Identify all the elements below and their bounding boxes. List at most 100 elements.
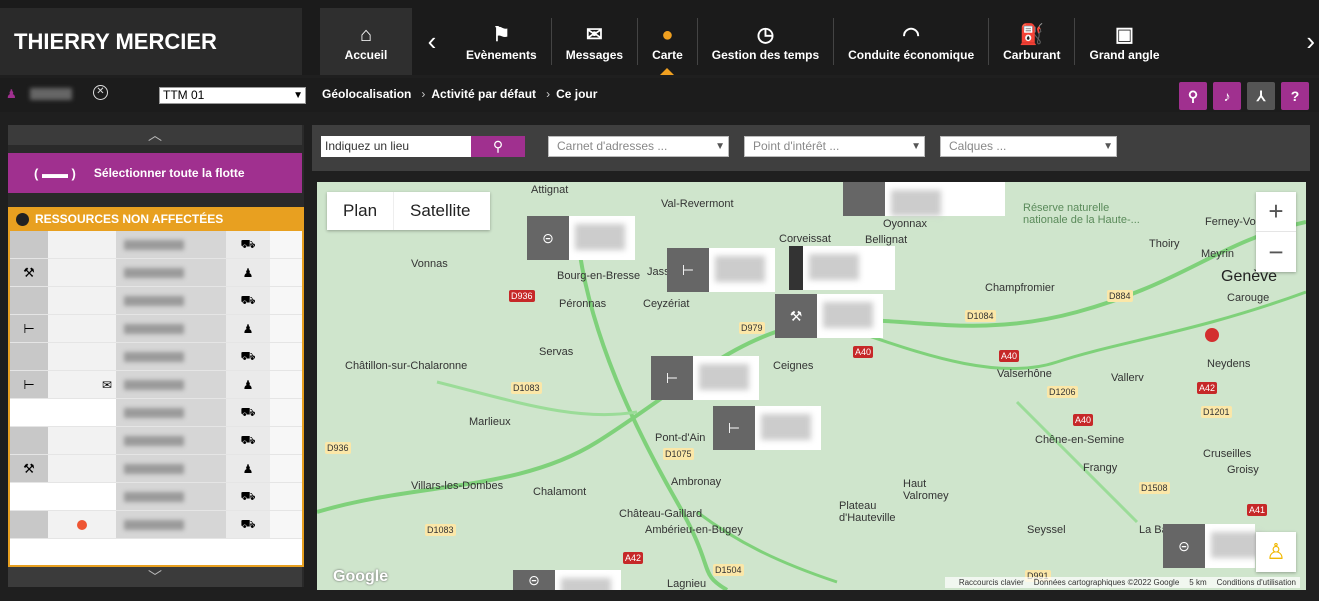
group-header[interactable]: RESSOURCES NON AFFECTÉES xyxy=(10,207,302,231)
vehicle-marker[interactable] xyxy=(789,246,895,290)
nav-prev-arrow[interactable]: ‹ xyxy=(412,8,452,75)
blurred-user-name xyxy=(30,88,72,100)
vehicle-marker[interactable]: ⊝ xyxy=(1163,524,1255,568)
road-label: D884 xyxy=(1107,290,1133,302)
table-row[interactable]: ⛟ xyxy=(10,231,302,259)
road-label: D936 xyxy=(325,442,351,454)
alerts-button[interactable]: ♪ xyxy=(1213,82,1241,110)
table-row[interactable]: ⛟ xyxy=(10,511,302,539)
place-label: Réserve naturelle nationale de la Haute-… xyxy=(1023,202,1140,226)
road-label: A40 xyxy=(999,350,1020,362)
vehicle-icon xyxy=(789,246,803,290)
nav-messages[interactable]: ✉ Messages xyxy=(552,8,637,75)
nav-eco-driving[interactable]: ◠ Conduite économique xyxy=(834,8,988,75)
place-input[interactable]: Indiquez un lieu xyxy=(321,136,471,157)
nav-time-management[interactable]: ◷ Gestion des temps xyxy=(698,8,833,75)
close-icon[interactable]: ✕ xyxy=(93,85,108,100)
chevron-down-icon: ▼ xyxy=(715,141,725,152)
road-label: D1206 xyxy=(1047,386,1078,398)
table-row[interactable]: ⛟ xyxy=(10,427,302,455)
vehicle-marker[interactable]: ⊢ xyxy=(651,356,759,400)
place-label: Marlieux xyxy=(469,416,511,428)
clock-icon: ◷ xyxy=(756,23,775,46)
mail-icon: ✉ xyxy=(586,23,603,46)
place-label: Haut Valromey xyxy=(903,478,949,502)
place-label: Neydens xyxy=(1207,358,1251,370)
place-label: Attignat xyxy=(531,184,569,196)
scroll-down-button[interactable]: ﹀ xyxy=(8,567,302,587)
map-data-credit: Données cartographiques ©2022 Google xyxy=(1033,578,1180,587)
nav-wide-angle[interactable]: ▣ Grand angle xyxy=(1075,8,1173,75)
place-label: Châtillon-sur-Chalaronne xyxy=(345,360,468,372)
bed-icon: ⊢ xyxy=(713,406,755,450)
table-row[interactable]: ⚒ ♟ xyxy=(10,259,302,287)
nav-fuel[interactable]: ⛽ Carburant xyxy=(989,8,1074,75)
table-row[interactable]: ⛟ xyxy=(10,483,302,511)
place-label: Val-Revermont xyxy=(661,198,734,210)
satellite-button[interactable]: Satellite xyxy=(393,192,486,230)
help-icon: ? xyxy=(1290,88,1300,104)
sub-bar: ♟ ✕ TTM 01 ▼ Géolocalisation › Activité pa… xyxy=(0,78,1319,112)
vehicle-select[interactable]: TTM 01 ▼ xyxy=(159,87,306,104)
nav-home[interactable]: ⌂ Accueil xyxy=(320,8,412,75)
vehicle-marker[interactable] xyxy=(843,182,1005,216)
layers-select[interactable]: Calques ... ▼ xyxy=(940,136,1117,157)
crumb-activity[interactable]: Activité par défaut xyxy=(431,87,536,101)
truck-icon: ⛟ xyxy=(226,511,270,538)
table-row[interactable]: ⛟ xyxy=(10,287,302,315)
place-search-button[interactable]: ⚲ xyxy=(471,136,525,157)
tools-icon: ⚒ xyxy=(10,455,48,482)
search-button[interactable]: ⚲ xyxy=(1179,82,1207,110)
truck-icon: ⛟ xyxy=(226,287,270,314)
nav-events[interactable]: ⚑ Evènements xyxy=(452,8,551,75)
truck-icon: ⛟ xyxy=(226,483,270,510)
zoom-in-button[interactable]: + xyxy=(1256,192,1296,232)
truck-icon: ⛟ xyxy=(226,231,270,258)
place-label: Ceignes xyxy=(773,360,814,372)
nav-map[interactable]: ● Carte xyxy=(638,8,697,75)
road-label: A40 xyxy=(1073,414,1094,426)
truck-icon: ⛟ xyxy=(226,427,270,454)
road-label: D1201 xyxy=(1201,406,1232,418)
help-button[interactable]: ? xyxy=(1281,82,1309,110)
place-label: Chalamont xyxy=(533,486,587,498)
pause-icon: ⊝ xyxy=(527,216,569,260)
table-row[interactable]: ⚒ ♟ xyxy=(10,455,302,483)
table-row[interactable]: ⊢ ♟ xyxy=(10,315,302,343)
table-row[interactable]: ⛟ xyxy=(10,343,302,371)
place-label: Bourg-en-Bresse xyxy=(557,270,641,282)
crumb-today[interactable]: Ce jour xyxy=(556,87,597,101)
zoom-out-button[interactable]: − xyxy=(1256,232,1296,272)
no-entry-icon xyxy=(1205,328,1219,342)
vehicle-marker[interactable]: ⊢ xyxy=(667,248,775,292)
table-row[interactable]: ⊢ ✉ ♟ xyxy=(10,371,302,399)
place-label: Champfromier xyxy=(985,282,1055,294)
road-label: D1083 xyxy=(425,524,456,536)
nav-next-arrow[interactable]: › xyxy=(1306,26,1315,57)
place-label: Château-Gaillard xyxy=(619,508,703,520)
street-view-pegman-icon[interactable]: ♙ xyxy=(1256,532,1296,572)
pdf-button[interactable]: ⅄ xyxy=(1247,82,1275,110)
plan-button[interactable]: Plan xyxy=(327,192,393,230)
road-label: D1083 xyxy=(511,382,542,394)
bed-icon: ⊢ xyxy=(667,248,709,292)
poi-select[interactable]: Point d'intérêt ... ▼ xyxy=(744,136,925,157)
breadcrumb: Géolocalisation › Activité par défaut › Ce… xyxy=(322,87,598,101)
person-icon: ♟ xyxy=(226,371,270,398)
select-all-fleet-button[interactable]: ( ▬▬ ) Sélectionner toute la flotte xyxy=(8,153,302,193)
vehicle-marker[interactable]: ⊢ xyxy=(713,406,821,450)
terms-link[interactable]: Conditions d'utilisation xyxy=(1217,578,1296,587)
crumb-geolocation[interactable]: Géolocalisation xyxy=(322,87,411,101)
vehicle-marker[interactable]: ⊝ xyxy=(513,570,621,590)
keyboard-shortcuts-link[interactable]: Raccourcis clavier xyxy=(959,578,1024,587)
vehicle-marker[interactable]: ⚒ xyxy=(775,294,883,338)
vehicle-marker[interactable]: ⊝ xyxy=(527,216,635,260)
scroll-up-button[interactable]: ︿ xyxy=(8,125,302,145)
address-book-select[interactable]: Carnet d'adresses ... ▼ xyxy=(548,136,729,157)
bed-icon: ⊢ xyxy=(10,315,48,342)
road-label: D1504 xyxy=(713,564,744,576)
map-canvas[interactable]: Attignat Val-Revermont Corveissat Bellig… xyxy=(317,182,1306,590)
table-row[interactable]: ⛟ xyxy=(10,399,302,427)
wide-angle-icon: ▣ xyxy=(1115,23,1134,46)
map-pin-icon: ● xyxy=(661,23,674,46)
